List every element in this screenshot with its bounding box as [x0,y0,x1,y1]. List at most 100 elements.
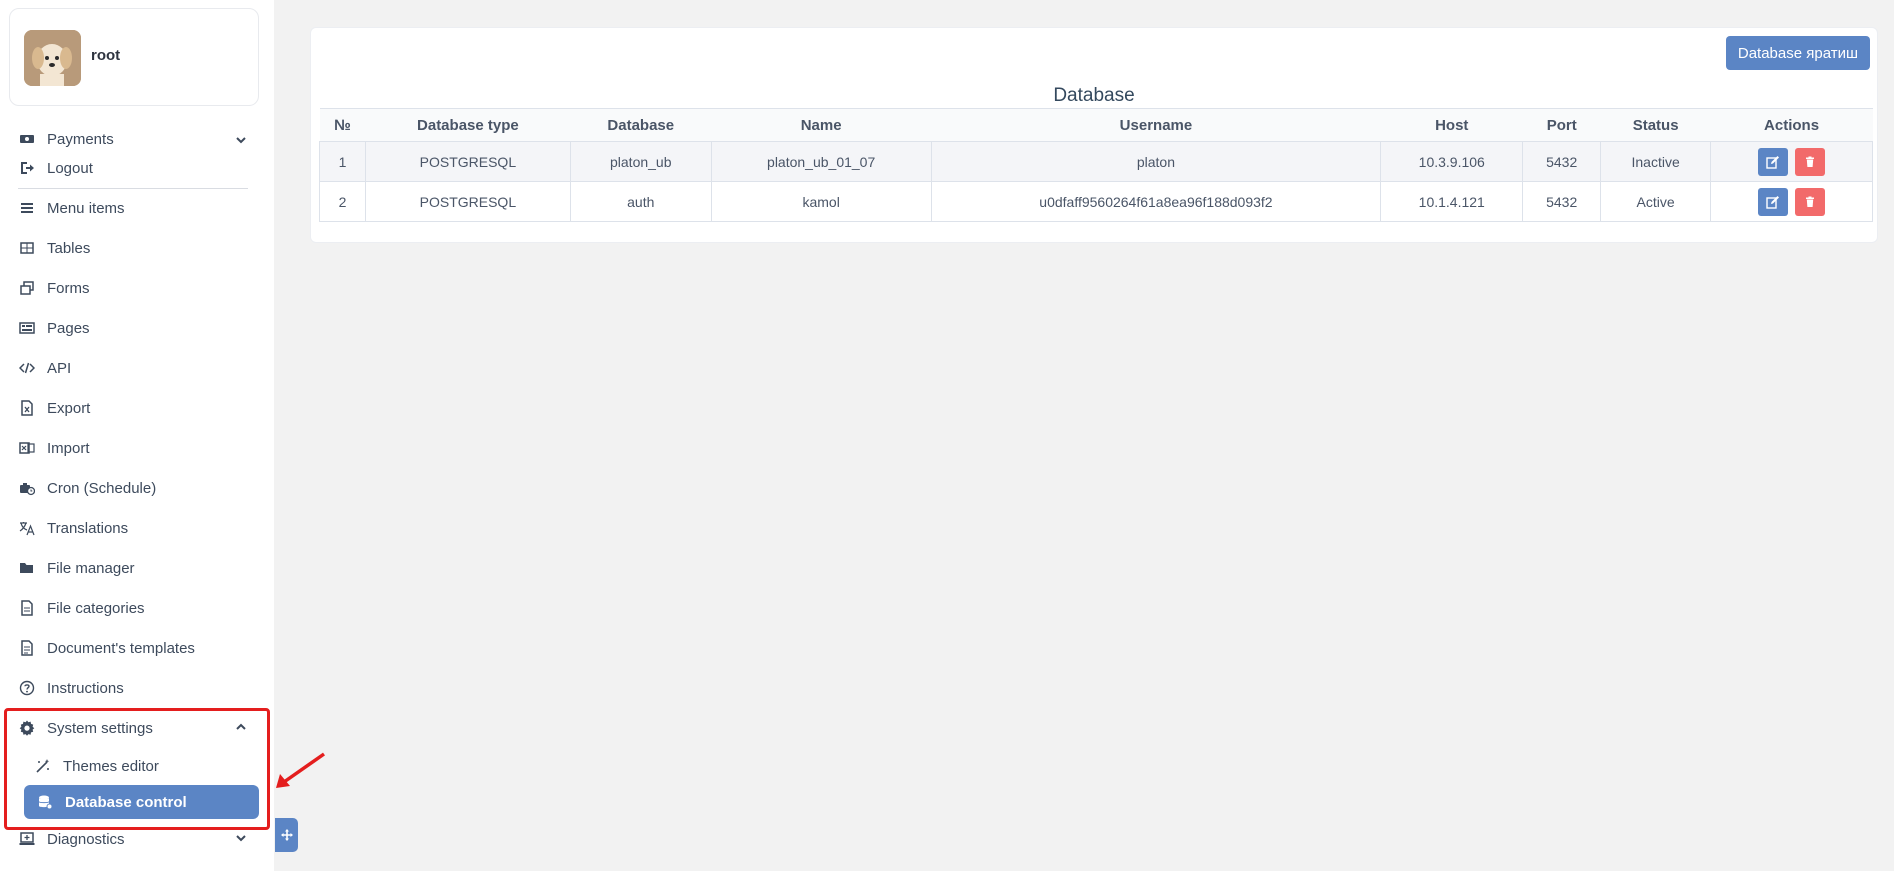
sidebar-item-diagnostics[interactable]: Diagnostics [18,824,258,854]
edit-icon [1765,155,1779,169]
cell-username: u0dfaff9560264f61a8ea96f188d093f2 [930,181,1382,222]
pages-icon [18,319,36,337]
sidebar-item-label: Themes editor [63,757,159,775]
table-row[interactable]: 2 POSTGRESQL auth kamol u0dfaff9560264f6… [319,181,1873,222]
sidebar-toggle-button[interactable] [275,818,298,852]
laptop-icon [18,830,36,848]
sidebar-item-label: Import [47,439,90,457]
file-icon [18,599,36,617]
sidebar-item-label: Pages [47,319,90,337]
sidebar-item-label: Forms [47,279,90,297]
cell-type: POSTGRESQL [364,181,571,222]
chevron-up-icon [236,723,246,730]
forms-icon [18,279,36,297]
column-header: Database type [365,108,571,142]
cron-icon [18,479,36,497]
sidebar-item-document-templates[interactable]: Document's templates [18,633,258,663]
sidebar-item-label: Export [47,399,91,417]
sidebar-item-cron[interactable]: Cron (Schedule) [18,473,258,503]
cell-no: 2 [319,181,366,222]
sidebar-item-label: Logout [47,159,93,177]
sidebar-divider [18,188,248,189]
delete-button[interactable] [1795,187,1826,216]
sidebar-item-label: Tables [47,239,91,257]
cell-actions [1710,141,1873,182]
sidebar-item-payments[interactable]: Payments [18,126,258,152]
cell-no: 1 [319,141,366,182]
move-icon [280,829,293,841]
sidebar-item-label: File categories [47,599,145,617]
cell-port: 5432 [1522,181,1602,222]
table-row[interactable]: 1 POSTGRESQL platon_ub platon_ub_01_07 p… [319,141,1873,182]
database-icon [36,793,54,811]
page-title: Database [1053,85,1135,106]
column-header: № [319,108,366,142]
sidebar-item-label: Instructions [47,679,124,697]
sidebar-item-label: Database control [65,793,187,811]
sidebar-item-file-manager[interactable]: File manager [18,553,258,583]
chevron-down-icon [236,137,246,144]
export-icon [18,399,36,417]
cell-username: platon [930,141,1382,182]
sidebar-item-label: File manager [47,559,135,577]
table-header-row: № Database type Database Name Username H… [319,108,1873,142]
cell-port: 5432 [1522,141,1602,182]
sidebar-item-forms[interactable]: Forms [18,273,258,303]
sidebar-item-logout[interactable]: Logout [18,153,258,183]
column-header: Host [1380,108,1523,142]
sidebar-item-label: Translations [47,519,129,537]
sidebar-item-themes-editor[interactable]: Themes editor [34,751,274,781]
sidebar-item-api[interactable]: API [18,353,258,383]
sidebar-item-menu-items[interactable]: Menu items [18,193,258,223]
cell-database: platon_ub [569,141,712,182]
profile-card[interactable]: root [9,8,259,106]
sidebar-item-label: API [47,359,72,377]
sidebar-item-import[interactable]: Import [18,433,258,463]
translate-icon [18,519,36,537]
cell-host: 10.3.9.106 [1380,141,1524,182]
sidebar-item-file-categories[interactable]: File categories [18,593,258,623]
sidebar-item-label: Cron (Schedule) [47,479,157,497]
avatar [24,30,81,86]
add-database-button[interactable]: Database яратиш [1725,36,1870,70]
edit-button[interactable] [1757,187,1788,216]
red-arrow-annotation [276,752,326,788]
trash-icon [1806,196,1815,207]
column-header: Database [570,108,712,142]
column-header: Actions [1710,108,1873,142]
edit-button[interactable] [1757,147,1788,176]
folder-icon [18,559,36,577]
sidebar-item-translations[interactable]: Translations [18,513,258,543]
list-icon [18,199,36,217]
sidebar-item-database-control[interactable]: Database control [24,785,259,819]
sidebar-item-label: Diagnostics [47,830,125,848]
cell-status: Inactive [1600,141,1712,182]
sidebar-item-instructions[interactable]: Instructions [18,673,258,703]
delete-button[interactable] [1795,147,1826,176]
sidebar-item-label: System settings [47,719,153,737]
column-header: Port [1522,108,1601,142]
magic-icon [34,757,52,775]
column-header: Name [711,108,932,142]
sidebar-item-label: Menu items [47,199,125,217]
trash-icon [1806,156,1815,167]
sidebar: root Payments Logout Menu items Tables F… [0,0,274,871]
cell-database: auth [569,181,712,222]
sidebar-item-system-settings[interactable]: System settings [18,713,258,743]
sidebar-item-export[interactable]: Export [18,393,258,423]
profile-name: root [91,47,121,64]
money-icon [18,130,36,148]
cell-name: platon_ub_01_07 [710,141,932,182]
logout-icon [18,159,36,177]
column-header: Username [931,108,1381,142]
cell-host: 10.1.4.121 [1380,181,1524,222]
database-table: № Database type Database Name Username H… [319,108,1873,222]
cell-status: Active [1600,181,1712,222]
edit-icon [1765,195,1779,209]
import-icon [18,439,36,457]
sidebar-item-pages[interactable]: Pages [18,313,258,343]
sidebar-item-tables[interactable]: Tables [18,233,258,263]
database-card: Database яратиш Database № Database type… [310,27,1878,243]
column-header: Status [1600,108,1711,142]
sidebar-item-label: Document's templates [47,639,195,657]
